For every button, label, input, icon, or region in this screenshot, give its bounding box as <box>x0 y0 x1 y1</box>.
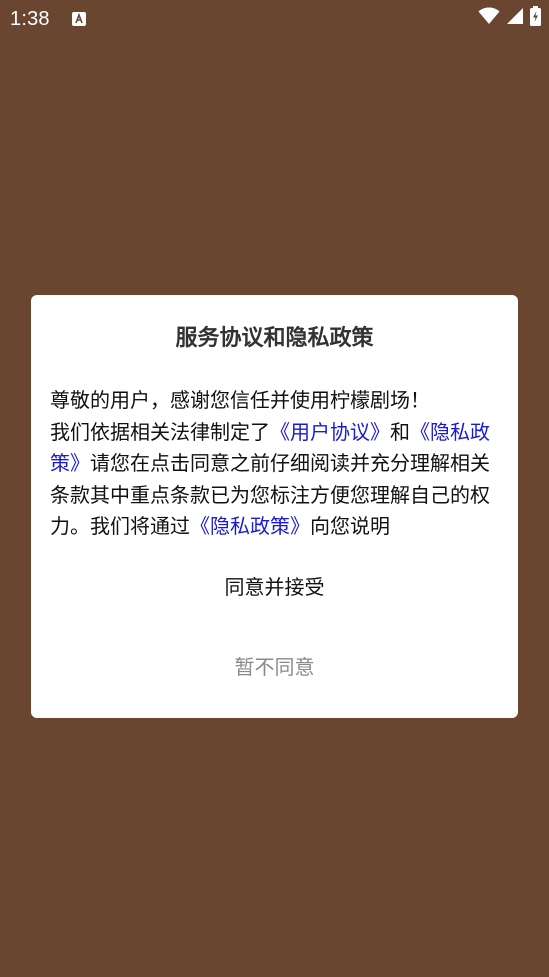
status-bar: 1:38 <box>0 0 549 38</box>
intro-text: 我们依据相关法律制定了 <box>50 419 270 444</box>
end-text: 向您说明 <box>310 514 390 538</box>
wifi-icon <box>478 7 500 29</box>
and-text: 和 <box>390 419 410 444</box>
signal-icon <box>506 7 524 29</box>
dialog-body: 尊敬的用户，感谢您信任并使用柠檬剧场！ 我们依据相关法律制定了《用户协议》和《隐… <box>50 385 502 543</box>
agreement-paragraph: 我们依据相关法律制定了《用户协议》和《隐私政策》请您在点击同意之前仔细阅读并充分… <box>50 417 502 543</box>
status-icons <box>478 6 541 30</box>
greeting-line: 尊敬的用户，感谢您信任并使用柠檬剧场！ <box>50 388 430 412</box>
user-agreement-link[interactable]: 《用户协议》 <box>270 420 390 444</box>
status-time: 1:38 <box>10 8 50 30</box>
battery-charging-icon <box>530 6 541 30</box>
agreement-dialog: 服务协议和隐私政策 尊敬的用户，感谢您信任并使用柠檬剧场！ 我们依据相关法律制定… <box>31 295 518 718</box>
dialog-title: 服务协议和隐私政策 <box>175 326 374 351</box>
a-letter-icon <box>72 11 86 26</box>
decline-button[interactable]: 暂不同意 <box>91 647 458 687</box>
privacy-policy-link-2[interactable]: 《隐私政策》 <box>190 514 310 538</box>
accept-button[interactable]: 同意并接受 <box>91 567 458 607</box>
